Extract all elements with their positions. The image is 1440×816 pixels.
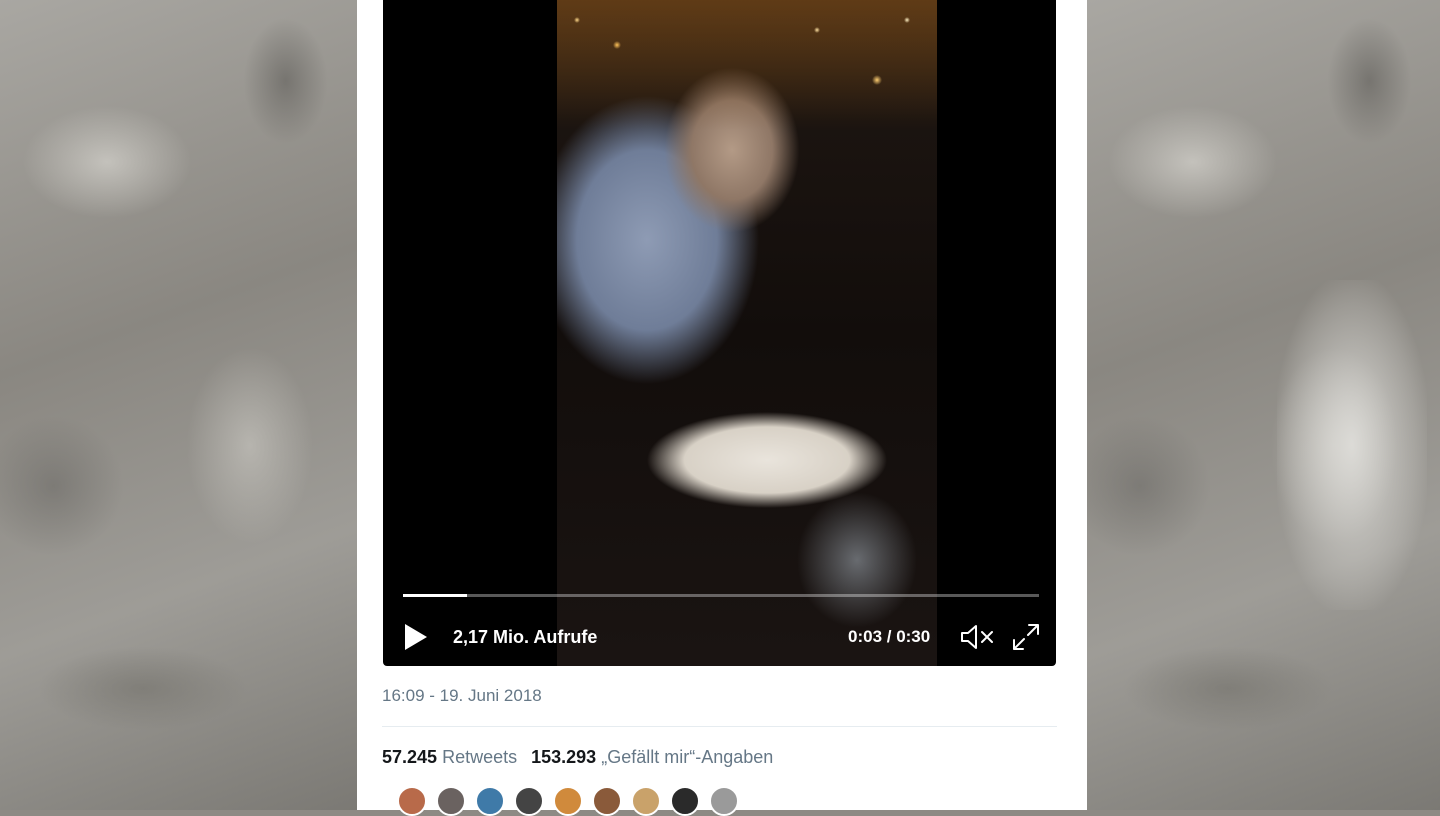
- likes-label[interactable]: „Gefällt mir“-Angaben: [601, 747, 773, 767]
- tweet-card: 2,17 Mio. Aufrufe 0:03 / 0:30 16:09 - 19…: [357, 0, 1087, 816]
- tweet-timestamp[interactable]: 16:09 - 19. Juni 2018: [382, 686, 542, 706]
- avatar[interactable]: [475, 786, 505, 816]
- avatar[interactable]: [436, 786, 466, 816]
- avatar[interactable]: [670, 786, 700, 816]
- tweet-stats: 57.245 Retweets 153.293 „Gefällt mir“-Ang…: [382, 747, 773, 768]
- avatar[interactable]: [514, 786, 544, 816]
- divider: [382, 726, 1057, 727]
- play-icon[interactable]: [405, 624, 427, 650]
- video-controls: 2,17 Mio. Aufrufe 0:03 / 0:30: [383, 614, 1056, 660]
- video-player[interactable]: 2,17 Mio. Aufrufe 0:03 / 0:30: [383, 0, 1056, 666]
- retweets-count[interactable]: 57.245: [382, 747, 437, 767]
- background-left: [0, 0, 357, 810]
- video-progress-bar[interactable]: [403, 594, 1039, 597]
- avatar[interactable]: [631, 786, 661, 816]
- retweets-label[interactable]: Retweets: [442, 747, 517, 767]
- video-frame: [557, 0, 937, 666]
- mute-icon[interactable]: [959, 622, 995, 652]
- avatar[interactable]: [592, 786, 622, 816]
- avatar[interactable]: [709, 786, 739, 816]
- avatar[interactable]: [397, 786, 427, 816]
- video-frame-lights: [557, 0, 937, 130]
- video-time: 0:03 / 0:30: [848, 627, 931, 646]
- background-right: [1087, 0, 1440, 810]
- fullscreen-icon[interactable]: [1011, 622, 1041, 652]
- avatar[interactable]: [553, 786, 583, 816]
- video-progress-fill: [403, 594, 467, 597]
- likes-count[interactable]: 153.293: [531, 747, 596, 767]
- view-count: 2,17 Mio. Aufrufe: [453, 627, 598, 647]
